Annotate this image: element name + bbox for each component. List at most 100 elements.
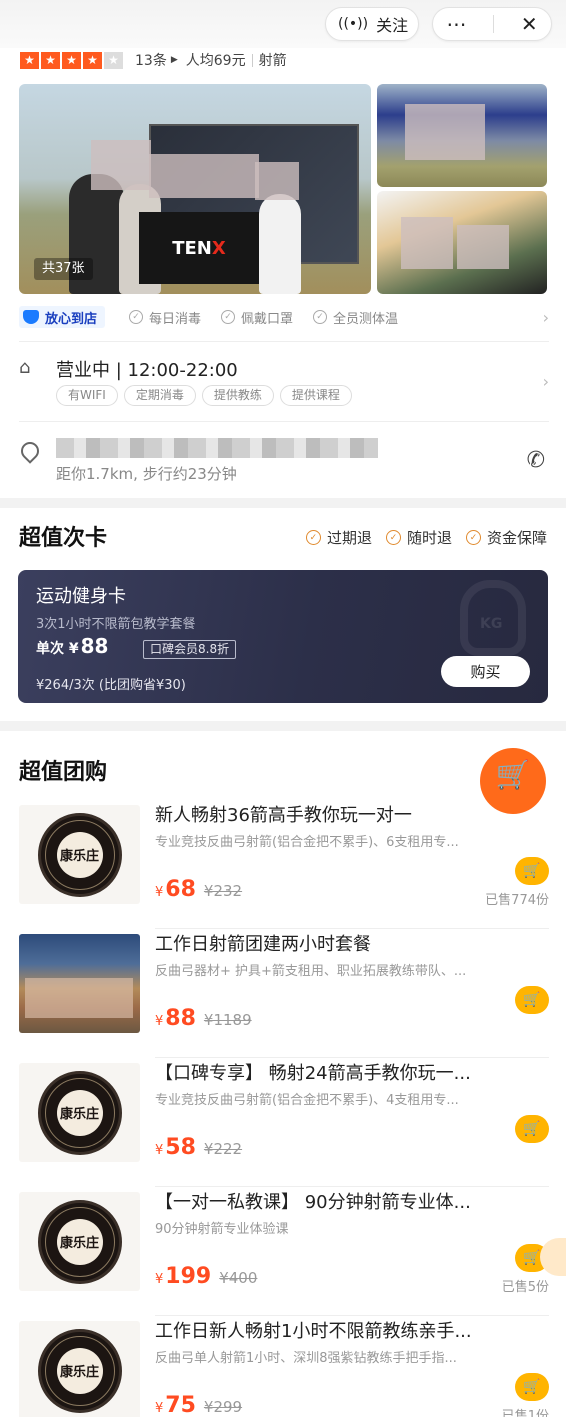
- blurred-face: [91, 140, 151, 190]
- business-hours-row[interactable]: ⌂ 营业中 | 12:00-22:00 有WIFI 定期消毒 提供教练 提供课程…: [19, 354, 549, 412]
- check-circle-icon: ✓: [385, 530, 401, 545]
- deal-subtitle: 反曲弓单人射箭1小时、深圳8强紫钻教练手把手指...: [155, 1351, 457, 1366]
- guarantee-label: 随时退: [406, 529, 452, 547]
- section-gap: [0, 498, 566, 508]
- trust-item-label: 每日消毒: [149, 311, 202, 327]
- deal-title: 工作日射箭团建两小时套餐: [155, 934, 371, 955]
- add-to-cart-button[interactable]: 🛒: [515, 1373, 549, 1401]
- category: 射箭: [258, 53, 287, 69]
- check-circle-icon: ✓: [221, 310, 236, 324]
- deal-thumb: 康乐庄: [19, 1063, 140, 1162]
- facility-tags: 有WIFI 定期消毒 提供教练 提供课程: [56, 385, 358, 406]
- logo-text: 康乐庄: [56, 1218, 103, 1265]
- photo-thumb[interactable]: [377, 191, 547, 294]
- deal-thumb: 康乐庄: [19, 805, 140, 904]
- photo-count[interactable]: 共37张: [34, 258, 93, 280]
- star-icon: ★: [41, 51, 60, 69]
- buy-button[interactable]: 购买: [441, 656, 530, 687]
- single-price-value: 88: [80, 634, 109, 658]
- address-row[interactable]: 距你1.7km, 步行约23分钟 ✆: [17, 432, 549, 488]
- cart-icon: 🛒: [523, 1250, 541, 1266]
- guarantee-label: 资金保障: [486, 529, 547, 547]
- deal-item[interactable]: 康乐庄 工作日新人畅射1小时不限箭教练亲手... 反曲弓单人射箭1小时、深圳8强…: [19, 1317, 549, 1417]
- cart-icon: 🛒: [523, 1379, 541, 1395]
- more-icon[interactable]: ⋯: [446, 12, 466, 36]
- single-price-label: 单次 ¥: [36, 641, 79, 657]
- currency-symbol: ¥: [155, 885, 164, 900]
- photo-thumb[interactable]: [377, 84, 547, 187]
- deal-price-now: 75: [165, 1393, 196, 1417]
- single-price: 单次 ¥88: [36, 634, 108, 658]
- phone-icon[interactable]: ✆: [527, 448, 545, 473]
- guarantee-item: ✓ 资金保障: [465, 527, 547, 548]
- deal-item[interactable]: 康乐庄 【口碑专享】 畅射24箭高手教你玩一... 专业竞技反曲弓射箭(铝合金把…: [19, 1059, 549, 1187]
- divider: [251, 53, 253, 67]
- card-name: 运动健身卡: [36, 586, 126, 607]
- guarantee-label: 过期退: [326, 529, 372, 547]
- trust-item: ✓ 每日消毒: [129, 308, 201, 327]
- follow-button[interactable]: ((•)) 关注: [325, 7, 419, 41]
- star-icon: ★: [20, 51, 39, 69]
- deal-price-original: ¥400: [219, 1269, 258, 1287]
- trust-item: ✓ 全员测体温: [313, 308, 398, 327]
- deal-title: 工作日新人畅射1小时不限箭教练亲手...: [155, 1321, 472, 1342]
- deal-price: ¥ 58 ¥222: [155, 1135, 242, 1160]
- trust-brand-label: 放心到店: [45, 311, 98, 327]
- venue-logo: 康乐庄: [37, 812, 122, 897]
- location-pin-icon: [17, 438, 43, 464]
- divider: [155, 928, 549, 929]
- blurred-face: [405, 104, 485, 160]
- facility-tag: 定期消毒: [123, 385, 196, 406]
- add-to-cart-button[interactable]: 🛒: [515, 1115, 549, 1143]
- deal-title: 【口碑专享】 畅射24箭高手教你玩一...: [155, 1063, 471, 1084]
- deal-price-original: ¥222: [203, 1140, 243, 1158]
- deal-thumb: [19, 934, 140, 1033]
- section-title-card: 超值次卡: [19, 526, 108, 551]
- deal-price: ¥ 88 ¥1189: [155, 1006, 252, 1031]
- rating-row[interactable]: ★ ★ ★ ★ ★ 13条 ▶ 人均69元 射箭: [20, 50, 287, 70]
- caret-right-icon: ▶: [170, 55, 178, 65]
- card-guarantees: ✓ 过期退 ✓ 随时退 ✓ 资金保障: [292, 527, 547, 548]
- trust-item-label: 全员测体温: [333, 311, 399, 327]
- kettlebell-label: KG: [480, 616, 503, 632]
- deal-price-now: 199: [165, 1264, 212, 1289]
- facility-tag: 有WIFI: [56, 385, 118, 406]
- trust-item-label: 佩戴口罩: [241, 311, 294, 327]
- deal-item[interactable]: 康乐庄 新人畅射36箭高手教你玩一对一 专业竞技反曲弓射箭(铝合金把不累手)、6…: [19, 801, 549, 929]
- section-gap: [0, 721, 566, 731]
- chevron-right-icon: ›: [542, 372, 549, 391]
- address-text-redacted: [56, 438, 378, 458]
- check-circle-icon: ✓: [129, 310, 144, 324]
- section-title-group: 超值团购: [19, 760, 108, 785]
- deal-sold-count: 已售1份: [501, 1409, 549, 1417]
- venue-logo: 康乐庄: [37, 1328, 122, 1413]
- trust-row[interactable]: 放心到店 ✓ 每日消毒 ✓ 佩戴口罩 ✓ 全员测体温 ›: [19, 303, 549, 331]
- deal-item[interactable]: 工作日射箭团建两小时套餐 反曲弓器材+ 护具+箭支租用、职业拓展教练带队、...…: [19, 930, 549, 1058]
- kettlebell-icon: KG: [460, 580, 526, 656]
- blurred-face: [457, 225, 509, 269]
- trust-item: ✓ 佩戴口罩: [221, 308, 293, 327]
- deal-sold-count: 已售5份: [501, 1280, 549, 1295]
- close-icon[interactable]: ✕: [521, 12, 538, 36]
- divider: [19, 341, 549, 342]
- deal-price-original: ¥299: [203, 1398, 243, 1416]
- add-to-cart-button[interactable]: 🛒: [515, 986, 549, 1014]
- deal-item[interactable]: 康乐庄 【一对一私教课】 90分钟射箭专业体... 90分钟射箭专业体验课 ¥ …: [19, 1188, 549, 1316]
- capsule-divider: [493, 15, 495, 33]
- deal-thumb: 康乐庄: [19, 1192, 140, 1291]
- logo-text: 康乐庄: [56, 1089, 103, 1136]
- card-total: ¥264/3次 (比团购省¥30): [36, 678, 186, 693]
- deal-price-original: ¥1189: [203, 1011, 252, 1029]
- blurred-face: [255, 162, 299, 200]
- chevron-right-icon: ›: [542, 307, 549, 327]
- facility-tag: 提供教练: [201, 385, 274, 406]
- deal-subtitle: 90分钟射箭专业体验课: [155, 1222, 289, 1237]
- blurred-face: [25, 978, 133, 1018]
- currency-symbol: ¥: [155, 1272, 164, 1287]
- blurred-face: [401, 217, 453, 269]
- divider: [155, 1186, 549, 1187]
- add-to-cart-button[interactable]: 🛒: [515, 857, 549, 885]
- review-count: 13条: [135, 53, 167, 69]
- trust-brand-badge: 放心到店: [19, 306, 106, 328]
- member-discount-tag: 口碑会员8.8折: [143, 640, 237, 659]
